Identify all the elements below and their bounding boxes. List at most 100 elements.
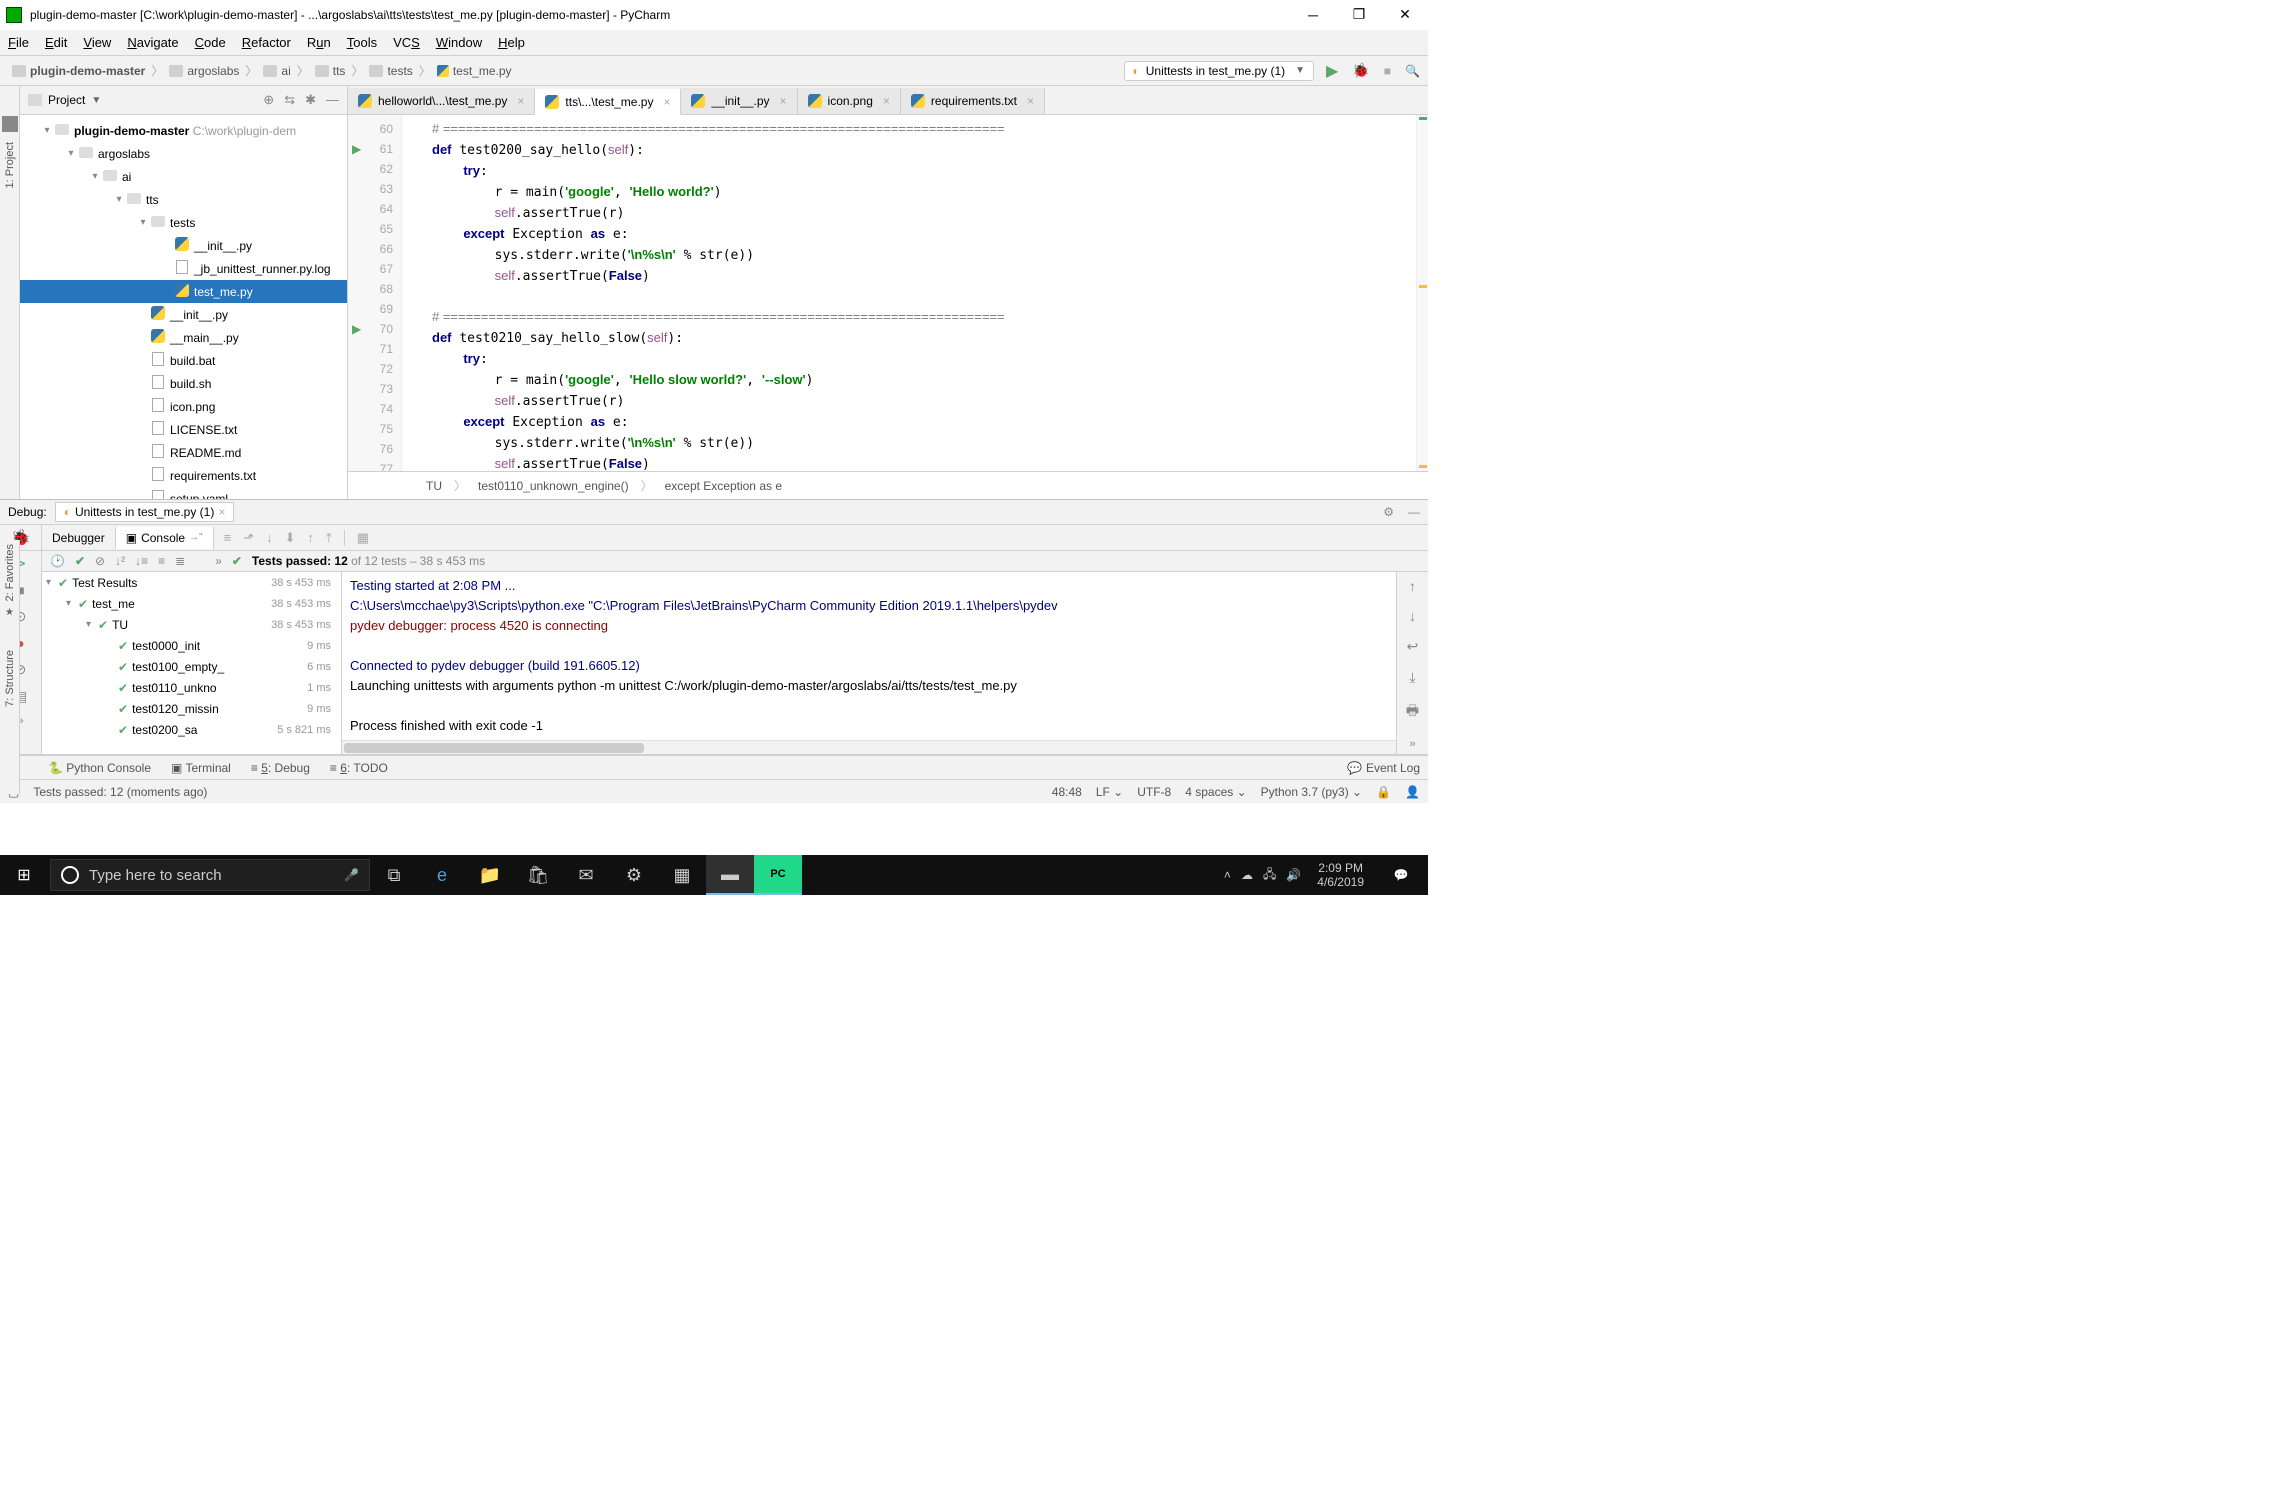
menu-help[interactable]: Help [498,35,525,50]
tree-item[interactable]: ▾ai [20,165,347,188]
file-encoding[interactable]: UTF-8 [1137,785,1171,799]
close-icon[interactable]: × [780,94,787,108]
breadcrumb-file[interactable]: test_me.py [433,64,516,78]
run-to-cursor-icon[interactable]: ⤒ [326,530,332,546]
print-icon[interactable]: 🖶 [1406,700,1419,724]
tree-item[interactable]: README.md [20,441,347,464]
evaluate-icon[interactable]: ▦ [357,530,369,546]
editor-code[interactable]: # ======================================… [402,115,1416,471]
show-ignored-toggle[interactable]: ⊘ [95,554,105,568]
project-tool-marker[interactable] [2,116,18,132]
more-icon[interactable]: » [1409,738,1415,750]
step-into-icon[interactable]: ↓ [266,530,273,546]
step-over-icon[interactable]: ⬏ [243,530,254,546]
tree-root[interactable]: ▾ plugin-demo-master C:\work\plugin-dem [20,119,347,142]
tree-item[interactable]: __main__.py [20,326,347,349]
step-into-my-icon[interactable]: ⬇ [285,530,296,546]
test-row[interactable]: ✔test0200_sa5 s 821 ms [42,719,341,740]
breadcrumb-stmt[interactable]: except Exception as e [665,479,782,493]
network-icon[interactable]: 🖧 [1263,865,1276,886]
project-tool-label[interactable]: 1: Project [4,142,16,188]
scroll-to-end-icon[interactable]: ⤓ [1409,669,1415,686]
tree-item[interactable]: _jb_unittest_runner.py.log [20,257,347,280]
test-row[interactable]: ✔test0000_init9 ms [42,635,341,656]
event-log-button[interactable]: 💬 Event Log [1347,761,1420,775]
debug-session-tab[interactable]: ◐ Unittests in test_me.py (1) × [55,502,235,522]
editor[interactable]: 60▶616263646566676869▶7071727374757677 #… [348,115,1428,471]
breadcrumb-part[interactable]: argoslabs [165,64,243,78]
more-icon[interactable]: » [215,554,222,568]
collapse-button[interactable]: ⇆ [284,92,295,108]
onedrive-icon[interactable]: ☁ [1241,868,1253,882]
cmd-icon[interactable]: ▬ [706,855,754,895]
horizontal-scrollbar[interactable] [342,740,1396,754]
notifications-icon[interactable]: 💬 [1380,855,1422,895]
project-tree[interactable]: ▾ plugin-demo-master C:\work\plugin-dem … [20,115,347,499]
store-icon[interactable]: 🛍 [514,855,562,895]
edge-icon[interactable]: e [418,855,466,895]
up-icon[interactable]: ↑ [1409,578,1416,594]
step-out-icon[interactable]: ↑ [308,530,315,546]
lock-icon[interactable]: 🔒 [1376,785,1391,799]
tree-item[interactable]: __init__.py [20,303,347,326]
menu-view[interactable]: View [83,35,111,50]
menu-navigate[interactable]: Navigate [127,35,178,50]
explorer-icon[interactable]: 📁 [466,855,514,895]
editor-tab[interactable]: __init__.py× [681,88,797,114]
breadcrumb-root[interactable]: plugin-demo-master [8,64,149,78]
tree-item[interactable]: build.sh [20,372,347,395]
debug-button[interactable]: 🐞 [1352,62,1369,79]
chevron-down-icon[interactable]: ▼ [91,95,101,106]
clock[interactable]: 2:09 PM 4/6/2019 [1311,861,1370,889]
line-separator[interactable]: LF ⌄ [1096,785,1123,799]
breadcrumb-class[interactable]: TU [426,479,442,493]
debugger-tab[interactable]: Debugger [42,527,116,549]
console-output[interactable]: Testing started at 2:08 PM ... C:\Users\… [342,572,1396,740]
hide-button[interactable]: — [326,92,339,108]
stop-button[interactable]: ■ [1384,64,1391,78]
soft-wrap-icon[interactable]: ↩ [1407,638,1419,655]
tree-item[interactable]: ▾tts [20,188,347,211]
test-row[interactable]: ✔test0120_missin9 ms [42,698,341,719]
close-icon[interactable]: × [663,95,670,109]
tray-up-icon[interactable]: ˄ [1224,868,1231,882]
console-tab[interactable]: ▣Console→" [116,527,214,549]
structure-tool-label[interactable]: 7: Structure [4,650,16,707]
indent-setting[interactable]: 4 spaces ⌄ [1185,785,1246,799]
editor-tab[interactable]: helloworld\...\test_me.py× [348,88,535,114]
editor-gutter[interactable]: 60▶616263646566676869▶7071727374757677 [348,115,402,471]
test-row[interactable]: ▾✔test_me38 s 453 ms [42,593,341,614]
locate-button[interactable]: ⊕ [263,92,274,108]
search-everywhere-button[interactable]: 🔍 [1405,64,1420,78]
close-icon[interactable]: × [1027,94,1034,108]
menu-window[interactable]: Window [436,35,482,50]
pycharm-taskbar-icon[interactable]: PC [754,855,802,895]
project-panel-title[interactable]: Project [48,93,85,107]
tree-item[interactable]: ▾tests [20,211,347,234]
debug-button[interactable]: ≡ 5: Debug [251,761,310,775]
minimize-button[interactable]: ─ [1290,0,1336,30]
tree-item[interactable]: setup.yaml [20,487,347,499]
test-tree-panel[interactable]: ▾✔Test Results38 s 453 ms▾✔test_me38 s 4… [42,572,342,754]
test-row[interactable]: ▾✔Test Results38 s 453 ms [42,572,341,593]
editor-tab[interactable]: requirements.txt× [901,88,1045,114]
tree-item[interactable]: LICENSE.txt [20,418,347,441]
tree-item[interactable]: ▾argoslabs [20,142,347,165]
app-icon[interactable]: ▦ [658,855,706,895]
test-row[interactable]: ✔test0100_empty_6 ms [42,656,341,677]
task-view-icon[interactable]: ⧉ [370,855,418,895]
settings-icon[interactable]: ⚙ [610,855,658,895]
test-row[interactable]: ✔test0110_unkno1 ms [42,677,341,698]
breadcrumb-part[interactable]: tts [311,64,350,78]
terminal-button[interactable]: ▣ Terminal [171,761,231,775]
show-passed-toggle[interactable]: ✔ [75,554,85,568]
inspector-icon[interactable]: 👤 [1405,785,1420,799]
python-console-button[interactable]: 🐍 Python Console [48,761,151,775]
breadcrumb-part[interactable]: tests [365,64,416,78]
tree-item[interactable]: test_me.py [20,280,347,303]
close-button[interactable]: ✕ [1382,0,1428,30]
run-config-selector[interactable]: ◐ Unittests in test_me.py (1) ▼ [1124,61,1315,81]
taskbar-search[interactable]: Type here to search 🎤 [50,859,370,891]
editor-tab[interactable]: tts\...\test_me.py× [535,89,681,115]
todo-button[interactable]: ≡ 6: TODO [330,761,388,775]
